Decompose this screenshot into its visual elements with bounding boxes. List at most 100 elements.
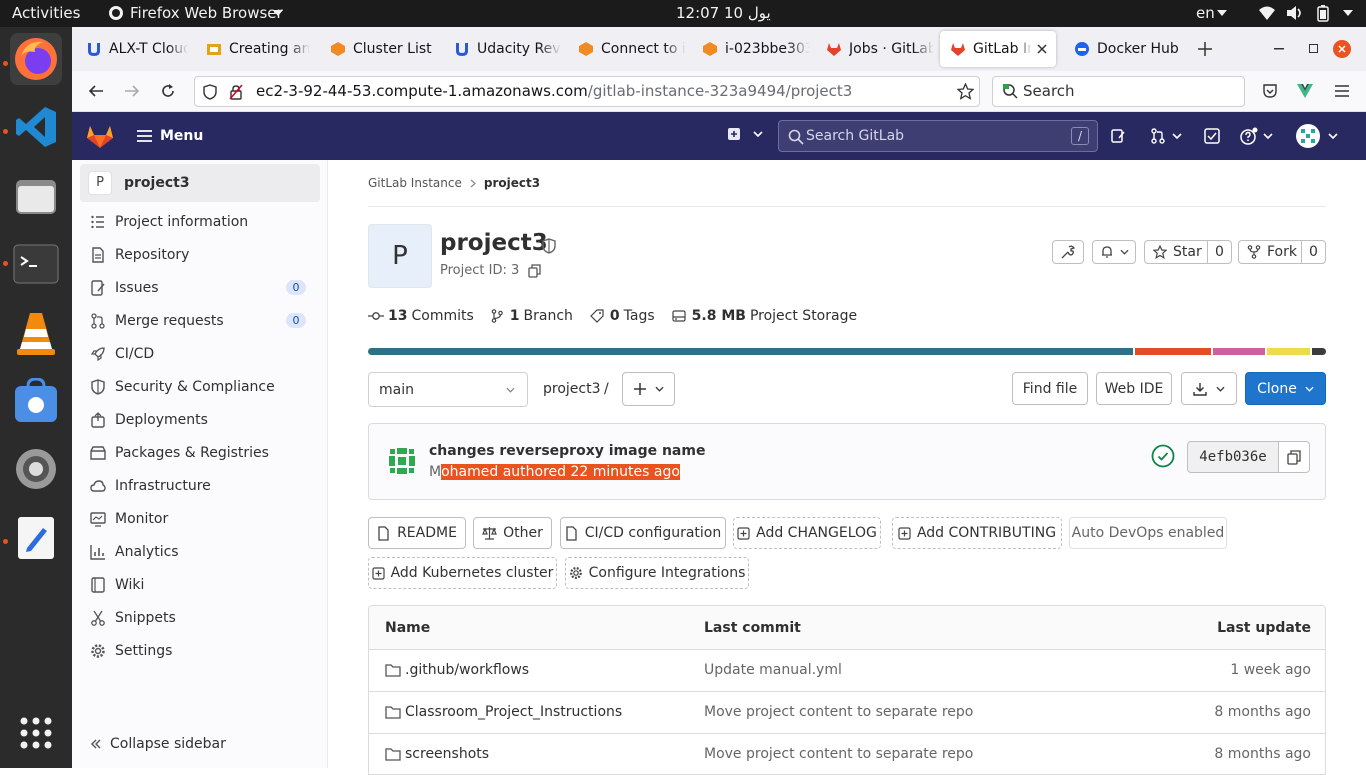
gitlab-logo-icon[interactable] bbox=[86, 123, 114, 149]
branches-stat[interactable]: 1 Branch bbox=[491, 308, 573, 324]
dock-text-editor[interactable] bbox=[10, 512, 62, 564]
fork-button[interactable]: Fork 0 bbox=[1238, 240, 1326, 264]
file-name-link[interactable]: .github/workflows bbox=[405, 662, 529, 678]
language-segment[interactable] bbox=[368, 348, 1133, 355]
browser-search-box[interactable]: Search bbox=[992, 76, 1245, 107]
add-to-tree-dropdown[interactable] bbox=[622, 372, 675, 406]
dock-settings[interactable] bbox=[10, 443, 62, 495]
notification-button[interactable] bbox=[1092, 240, 1136, 264]
wifi-icon[interactable] bbox=[1258, 5, 1276, 21]
sidebar-item-analytics[interactable]: Analytics bbox=[90, 539, 179, 565]
sidebar-project-header[interactable]: P project3 bbox=[80, 164, 320, 202]
file-name-link[interactable]: screenshots bbox=[405, 746, 489, 762]
dock-firefox[interactable] bbox=[10, 33, 62, 85]
sidebar-item-project-information[interactable]: Project information bbox=[90, 209, 248, 235]
language-segment[interactable] bbox=[1267, 348, 1310, 355]
sidebar-item-merge-requests[interactable]: Merge requests bbox=[90, 308, 224, 334]
tags-stat[interactable]: 0 Tags bbox=[590, 308, 655, 324]
sidebar-item-deployments[interactable]: Deployments bbox=[90, 407, 208, 433]
last-commit-link[interactable]: Move project content to separate repo bbox=[704, 704, 973, 720]
insecure-lock-icon[interactable] bbox=[229, 84, 243, 100]
table-row[interactable]: screenshots Move project content to sepa… bbox=[369, 733, 1325, 774]
sidebar-item-issues[interactable]: Issues bbox=[90, 275, 159, 301]
new-dropdown[interactable] bbox=[727, 127, 763, 141]
last-commit-link[interactable]: Move project content to separate repo bbox=[704, 746, 973, 762]
breadcrumb-current[interactable]: project3 bbox=[484, 176, 540, 190]
breadcrumb-parent[interactable]: GitLab Instance bbox=[368, 176, 462, 190]
shield-tracking-icon[interactable] bbox=[203, 84, 217, 100]
sidebar-item-repository[interactable]: Repository bbox=[90, 242, 189, 268]
sidebar-item-cicd[interactable]: CI/CD bbox=[90, 341, 154, 367]
language-indicator[interactable]: en bbox=[1196, 4, 1215, 22]
branch-select[interactable]: main bbox=[368, 372, 528, 407]
settings-wrench-button[interactable] bbox=[1052, 240, 1084, 264]
sidebar-item-snippets[interactable]: Snippets bbox=[90, 605, 176, 631]
tab[interactable]: ALX-T Cloud bbox=[76, 31, 188, 67]
window-maximize-icon[interactable] bbox=[1309, 44, 1318, 53]
download-dropdown[interactable] bbox=[1181, 372, 1237, 405]
dock-files[interactable] bbox=[10, 170, 62, 222]
user-menu[interactable] bbox=[1296, 124, 1338, 148]
dock-show-apps[interactable] bbox=[10, 707, 62, 759]
sidebar-item-settings[interactable]: Settings bbox=[90, 638, 172, 664]
table-row[interactable]: .github/workflows Update manual.yml 1 we… bbox=[369, 649, 1325, 691]
dock-software[interactable] bbox=[10, 375, 62, 427]
tab[interactable]: Creating an bbox=[196, 31, 310, 67]
dock-terminal[interactable] bbox=[10, 238, 62, 290]
add-kubernetes-cluster-button[interactable]: Add Kubernetes cluster bbox=[368, 557, 557, 589]
tab[interactable]: Connect to i bbox=[568, 31, 686, 67]
tab[interactable]: Docker Hub bbox=[1064, 31, 1182, 67]
url-bar[interactable]: ec2-3-92-44-53.compute-1.amazonaws.com/g… bbox=[194, 76, 980, 107]
system-menu-arrow-icon[interactable] bbox=[1343, 10, 1353, 16]
battery-icon[interactable] bbox=[1317, 5, 1329, 22]
language-segment[interactable] bbox=[1311, 348, 1326, 355]
license-button[interactable]: Other bbox=[473, 517, 552, 549]
tab-active[interactable]: GitLab Ins bbox=[940, 31, 1056, 67]
volume-icon[interactable] bbox=[1286, 5, 1304, 21]
add-contributing-button[interactable]: Add CONTRIBUTING bbox=[892, 517, 1062, 549]
issues-header-icon[interactable] bbox=[1110, 128, 1126, 144]
sidebar-item-infrastructure[interactable]: Infrastructure bbox=[90, 473, 211, 499]
author-avatar[interactable] bbox=[386, 445, 418, 477]
window-minimize-icon[interactable] bbox=[1274, 48, 1284, 50]
dock-vscode[interactable] bbox=[10, 101, 62, 153]
storage-stat[interactable]: 5.8 MB Project Storage bbox=[672, 308, 857, 324]
window-close-icon[interactable] bbox=[1333, 40, 1351, 58]
collapse-sidebar-button[interactable]: Collapse sidebar bbox=[90, 731, 226, 757]
merge-requests-dropdown[interactable] bbox=[1150, 128, 1182, 144]
clock[interactable]: 12:07 10 يول bbox=[676, 4, 771, 22]
app-menu-label[interactable]: Firefox Web Browser bbox=[130, 4, 283, 22]
back-arrow-icon[interactable] bbox=[88, 83, 104, 99]
activities-button[interactable]: Activities bbox=[12, 4, 80, 22]
sidebar-item-packages[interactable]: Packages & Registries bbox=[90, 440, 269, 466]
vue-devtools-icon[interactable] bbox=[1297, 83, 1313, 99]
tab[interactable]: Jobs · GitLab bbox=[816, 31, 934, 67]
gitlab-search-input[interactable]: Search GitLab / bbox=[778, 120, 1098, 152]
table-row[interactable]: Classroom_Project_Instructions Move proj… bbox=[369, 691, 1325, 733]
readme-button[interactable]: README bbox=[368, 517, 466, 549]
help-dropdown[interactable] bbox=[1240, 127, 1273, 145]
language-segment[interactable] bbox=[1134, 348, 1211, 355]
pipeline-success-icon[interactable] bbox=[1151, 444, 1175, 468]
tab[interactable]: Udacity Rev bbox=[444, 31, 562, 67]
copy-icon[interactable] bbox=[528, 263, 541, 278]
forward-arrow-icon[interactable] bbox=[124, 83, 140, 99]
commits-stat[interactable]: 13 Commits bbox=[368, 308, 474, 324]
star-button[interactable]: Star 0 bbox=[1144, 240, 1232, 264]
commit-sha[interactable]: 4efb036e bbox=[1187, 441, 1279, 473]
author-initial[interactable]: M bbox=[429, 464, 441, 480]
pocket-icon[interactable] bbox=[1262, 83, 1278, 99]
todo-check-icon[interactable] bbox=[1204, 128, 1220, 144]
menu-button[interactable]: Menu bbox=[136, 128, 203, 144]
close-tab-icon[interactable] bbox=[1036, 43, 1048, 55]
copy-sha-button[interactable] bbox=[1278, 441, 1310, 473]
author-selected-text[interactable]: ohamed authored 22 minutes ago bbox=[441, 464, 680, 480]
repository-language-bar[interactable] bbox=[368, 348, 1326, 355]
sidebar-item-security[interactable]: Security & Compliance bbox=[90, 374, 275, 400]
auto-devops-enabled-button[interactable]: Auto DevOps enabled bbox=[1069, 517, 1227, 549]
new-tab-plus-icon[interactable] bbox=[1198, 42, 1212, 56]
last-commit-link[interactable]: Update manual.yml bbox=[704, 662, 842, 678]
repo-path[interactable]: project3 bbox=[543, 381, 601, 397]
commit-title[interactable]: changes reverseproxy image name bbox=[429, 443, 705, 459]
find-file-button[interactable]: Find file bbox=[1012, 372, 1088, 405]
